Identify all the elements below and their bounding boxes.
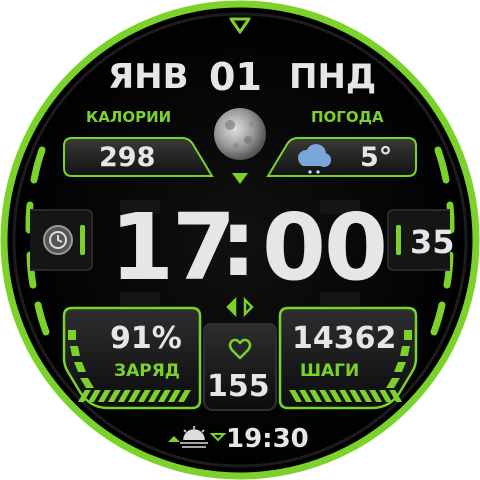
battery-label: ЗАРЯД xyxy=(114,361,180,381)
moon-phase-icon xyxy=(214,108,266,160)
sun-time: 19:30 xyxy=(226,424,309,454)
time-seconds: 35 xyxy=(410,223,455,261)
weather-label: ПОГОДА xyxy=(311,108,384,126)
calories-label: КАЛОРИИ xyxy=(86,108,172,126)
steps-label: ШАГИ xyxy=(300,361,360,381)
calories-value[interactable]: 298 xyxy=(99,144,155,171)
weather-temperature[interactable]: 5° xyxy=(360,144,392,171)
steps-value[interactable]: 14362 xyxy=(292,324,396,354)
date-day: 01 xyxy=(209,55,262,99)
date-weekday: ПНД xyxy=(289,57,377,97)
time-minutes: 00 xyxy=(262,194,388,301)
battery-gauge xyxy=(77,390,191,402)
steps-gauge xyxy=(289,390,403,402)
heart-rate-value[interactable]: 155 xyxy=(207,372,270,402)
alarm-tick xyxy=(80,225,85,255)
time-hours: 17 xyxy=(110,194,236,301)
seconds-tick xyxy=(396,225,401,255)
alarm-clock-icon xyxy=(43,225,73,255)
date-month: ЯНВ xyxy=(108,57,189,97)
time-separator: : xyxy=(220,190,257,297)
weather-panel xyxy=(266,137,417,177)
battery-value[interactable]: 91% xyxy=(110,324,182,354)
